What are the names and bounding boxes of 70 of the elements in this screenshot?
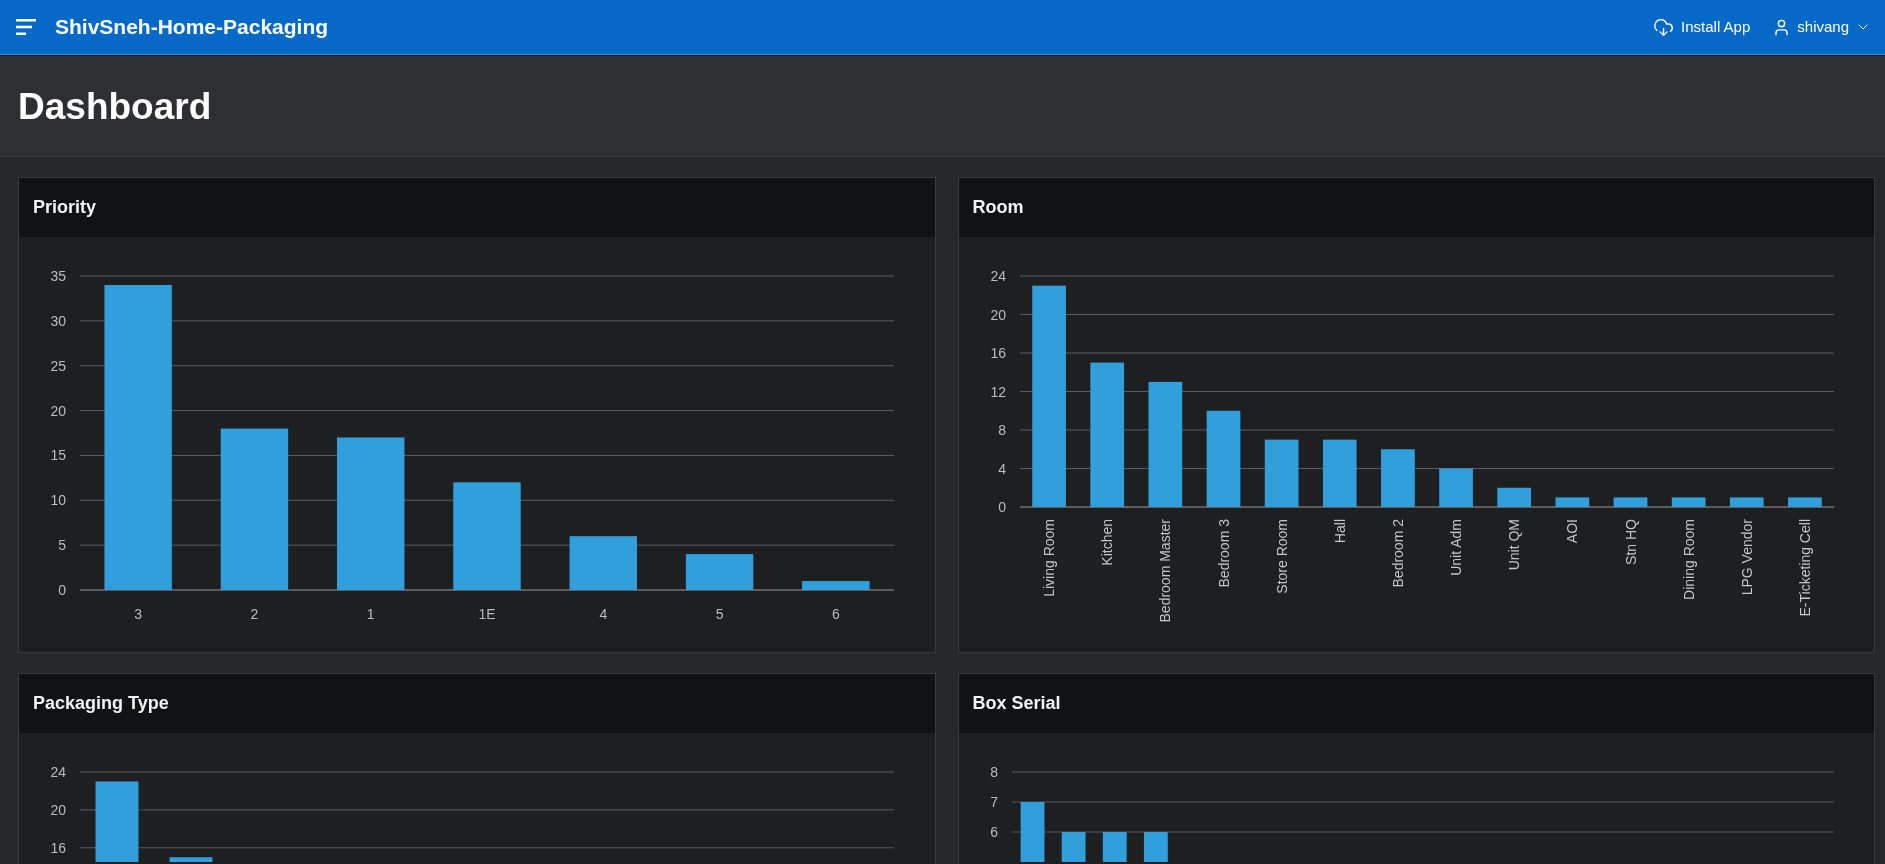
y-axis-label: 15 <box>50 447 66 464</box>
chart-bar <box>802 581 870 590</box>
card-title: Box Serial <box>972 692 1061 715</box>
x-axis-label: Living Room <box>1040 519 1057 597</box>
chart-bar <box>1102 832 1127 862</box>
y-axis-label: 5 <box>58 537 66 554</box>
cloud-download-icon <box>1653 16 1675 38</box>
y-axis-label: 20 <box>50 402 66 419</box>
card-title: Priority <box>33 196 97 219</box>
menu-icon <box>16 19 36 35</box>
x-axis-label: Unit QM <box>1505 519 1522 571</box>
x-axis-label: Stn HQ <box>1622 519 1638 565</box>
y-axis-label: 35 <box>50 268 66 284</box>
chart-bar <box>1729 497 1764 507</box>
x-axis-label: 1 <box>366 606 375 622</box>
x-axis-label: LPG Vendor <box>1738 519 1755 596</box>
card-title: Packaging Type <box>33 692 169 715</box>
y-axis-label: 12 <box>989 383 1006 400</box>
app-title-link[interactable]: ShivSneh-Home-Packaging <box>55 11 329 43</box>
y-axis-label: 4 <box>997 460 1006 477</box>
chart-bar <box>169 857 213 862</box>
x-axis-label: Bedroom Master <box>1156 519 1173 623</box>
chart-bar <box>1496 487 1531 507</box>
y-axis-label: 24 <box>989 268 1006 284</box>
chart-bar <box>1787 497 1822 507</box>
y-axis-label: 0 <box>997 499 1006 515</box>
chart-bar <box>1380 449 1415 507</box>
x-axis-label: 1E <box>478 606 496 622</box>
y-axis-label: 16 <box>989 345 1006 361</box>
install-app-button[interactable]: Install App <box>1649 10 1755 44</box>
y-axis-label: 24 <box>50 764 66 780</box>
x-axis-label: 5 <box>715 606 724 622</box>
x-axis-label: 3 <box>134 606 143 622</box>
y-axis-label: 7 <box>989 794 998 810</box>
x-axis-label: 4 <box>599 606 608 622</box>
chart-bar <box>1264 439 1298 507</box>
x-axis-label: E-Ticketing Cell <box>1796 519 1813 617</box>
x-axis-label: Unit Adm <box>1447 519 1464 576</box>
card-title: Room <box>972 196 1024 219</box>
chart-bar <box>1671 497 1705 507</box>
y-axis-label: 10 <box>50 492 66 509</box>
y-axis-label: 30 <box>50 312 66 329</box>
chart-bar <box>1143 832 1168 862</box>
chart-bar <box>1020 802 1044 862</box>
x-axis-label: 6 <box>831 606 840 622</box>
x-axis-label: 2 <box>250 606 259 622</box>
chart-bar <box>569 536 637 590</box>
y-axis-label: 20 <box>50 801 66 818</box>
chart-bar <box>1555 497 1589 507</box>
x-axis-label: Hall <box>1331 519 1348 544</box>
chart-bar <box>685 554 754 590</box>
x-axis-label: Kitchen <box>1098 519 1115 566</box>
x-axis-label: AOI <box>1563 519 1580 544</box>
page-title: Dashboard <box>18 87 212 125</box>
y-axis-label: 25 <box>50 357 66 374</box>
x-axis-label: Dining Room <box>1680 519 1697 600</box>
y-axis-label: 20 <box>989 306 1006 323</box>
y-axis-label: 16 <box>50 839 66 856</box>
y-axis-label: 6 <box>989 824 998 840</box>
y-axis-label: 8 <box>997 422 1006 438</box>
user-menu-button[interactable]: shivang <box>1768 10 1875 44</box>
y-axis-label: 0 <box>58 582 66 598</box>
chart-bar <box>1061 832 1086 862</box>
x-axis-label: Bedroom 2 <box>1389 519 1406 588</box>
x-axis-label: Bedroom 3 <box>1215 519 1231 588</box>
chart-bar <box>1613 497 1647 507</box>
chart-bar <box>1438 468 1473 507</box>
chart-bar <box>1322 439 1357 507</box>
y-axis-label: 8 <box>989 764 998 780</box>
x-axis-label: Store Room <box>1273 519 1290 594</box>
